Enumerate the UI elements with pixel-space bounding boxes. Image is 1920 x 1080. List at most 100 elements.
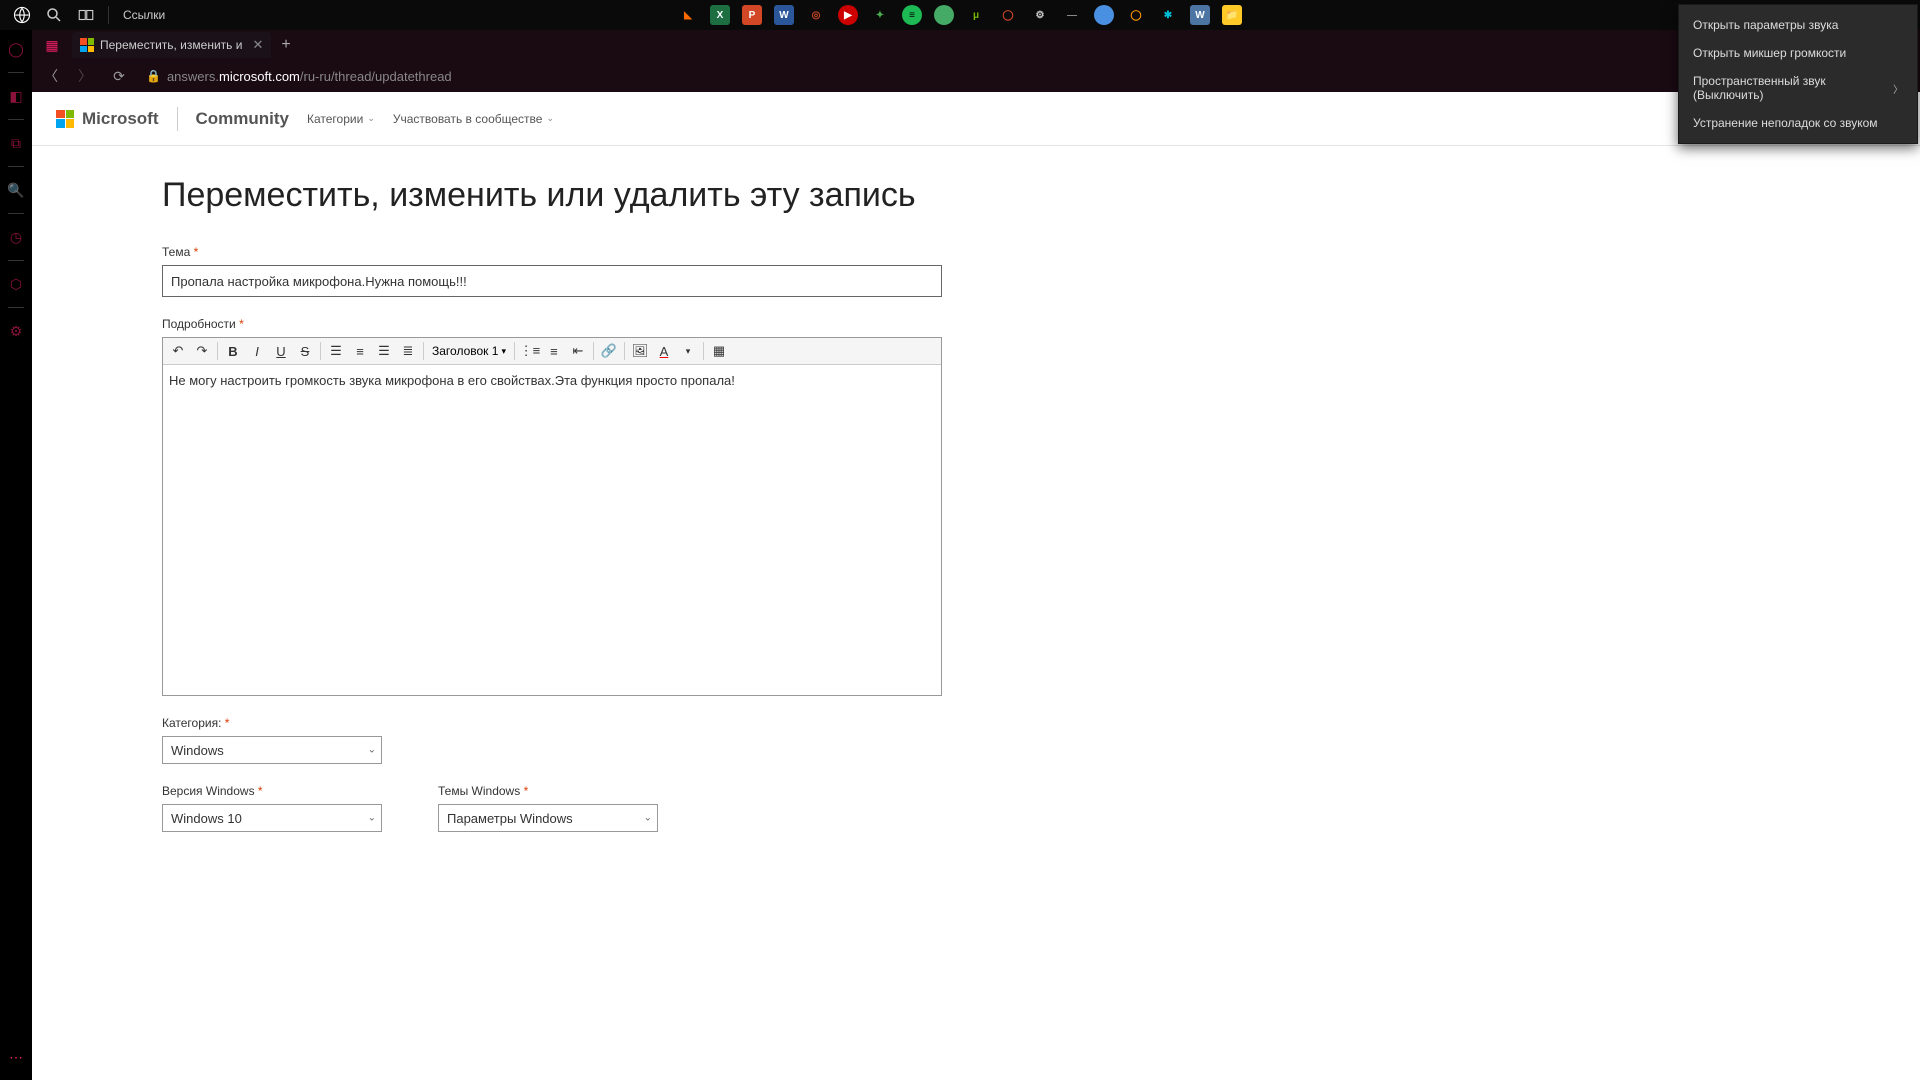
lock-icon: 🔒	[146, 69, 161, 83]
themes-select[interactable]: Параметры Windows	[438, 804, 658, 832]
redo-button[interactable]: ↷	[191, 340, 213, 362]
page-title: Переместить, изменить или удалить эту за…	[162, 176, 1262, 215]
vk-icon[interactable]: W	[1190, 5, 1210, 25]
nav-participate[interactable]: Участвовать в сообществе⌄	[393, 112, 554, 126]
more-icon[interactable]: ⋯	[9, 1049, 23, 1066]
microsoft-logo[interactable]: Microsoft	[56, 109, 159, 129]
bold-button[interactable]: B	[222, 340, 244, 362]
url-path: /ru-ru/thread/updatethread	[300, 69, 452, 84]
link-button[interactable]: 🔗	[598, 340, 620, 362]
sidebar-icon[interactable]: ◯	[7, 40, 25, 58]
app-icon[interactable]: ✱	[1158, 5, 1178, 25]
address-bar[interactable]: 🔒 answers.microsoft.com/ru-ru/thread/upd…	[140, 69, 1914, 84]
url-prefix: answers.	[167, 69, 219, 84]
app-icon[interactable]: ◣	[678, 5, 698, 25]
favicon-microsoft	[80, 38, 94, 52]
strike-button[interactable]: S	[294, 340, 316, 362]
word-icon[interactable]: W	[774, 5, 794, 25]
align-right-button[interactable]: ☰	[373, 340, 395, 362]
themes-field: Темы Windows * Параметры Windows ⌄	[438, 784, 658, 832]
ctx-open-sound-settings[interactable]: Открыть параметры звука	[1679, 11, 1917, 39]
undo-button[interactable]: ↶	[167, 340, 189, 362]
chevron-right-icon: 〉	[1893, 81, 1903, 96]
subject-input[interactable]	[162, 265, 942, 297]
category-select[interactable]: Windows	[162, 736, 382, 764]
align-left-button[interactable]: ☰	[325, 340, 347, 362]
ctx-spatial-sound[interactable]: Пространственный звук (Выключить) 〉	[1679, 67, 1917, 109]
editor-textarea[interactable]: Не могу настроить громкость звука микроф…	[163, 365, 941, 695]
powerpoint-icon[interactable]: P	[742, 5, 762, 25]
italic-button[interactable]: I	[246, 340, 268, 362]
chevron-down-icon: ⌄	[546, 113, 554, 124]
form-content: Переместить, изменить или удалить эту за…	[162, 146, 1262, 892]
new-tab-button[interactable]: +	[281, 36, 290, 54]
browser-sidebar: ◯ ◧ ⧉ 🔍 ◷ ⬡ ⚙ ⋯	[0, 30, 32, 1080]
outdent-button[interactable]: ⇤	[567, 340, 589, 362]
tab-overview-icon[interactable]: ▦	[40, 33, 64, 57]
dropdown-button[interactable]: ▾	[677, 340, 699, 362]
browser-window: ◯ ◧ ⧉ 🔍 ◷ ⬡ ⚙ ⋯ ▦ Переместить, изменить …	[0, 30, 1920, 1080]
ctx-troubleshoot-sound[interactable]: Устранение неполадок со звуком	[1679, 109, 1917, 137]
app-icon[interactable]: —	[1062, 5, 1082, 25]
ctx-open-volume-mixer[interactable]: Открыть микшер громкости	[1679, 39, 1917, 67]
search-icon[interactable]: 🔍	[7, 181, 25, 199]
align-justify-button[interactable]: ≣	[397, 340, 419, 362]
sidebar-icon[interactable]: ⬡	[7, 275, 25, 293]
app-icon[interactable]: ◎	[806, 5, 826, 25]
version-select[interactable]: Windows 10	[162, 804, 382, 832]
chevron-down-icon: ⌄	[367, 113, 375, 124]
explorer-icon[interactable]: 📁	[1222, 5, 1242, 25]
app-icon[interactable]: ◯	[1126, 5, 1146, 25]
brand-text: Microsoft	[82, 109, 159, 129]
start-button[interactable]	[6, 0, 38, 30]
details-field: Подробности * ↶ ↷ B I U S ☰ ≡ ☰	[162, 317, 1262, 696]
app-icon[interactable]: ◯	[998, 5, 1018, 25]
twitch-icon[interactable]: ⧉	[7, 134, 25, 152]
app-icon[interactable]	[1094, 5, 1114, 25]
back-button[interactable]: 〈	[38, 63, 64, 89]
themes-label: Темы Windows *	[438, 784, 658, 798]
underline-button[interactable]: U	[270, 340, 292, 362]
url-domain: microsoft.com	[219, 69, 300, 84]
table-button[interactable]: ▦	[708, 340, 730, 362]
search-icon[interactable]	[38, 0, 70, 30]
app-icon[interactable]	[934, 5, 954, 25]
sidebar-icon[interactable]: ◧	[7, 87, 25, 105]
utorrent-icon[interactable]: μ	[966, 5, 986, 25]
bullet-list-button[interactable]: ⋮≡	[519, 340, 541, 362]
os-taskbar: Ссылки ◣ X P W ◎ ▶ ✦ ≡ μ ◯ ⚙ — ◯ ✱ W 📁	[0, 0, 1920, 30]
page-content: Microsoft Community Категории⌄ Участвова…	[32, 92, 1920, 1080]
sound-context-menu: Открыть параметры звука Открыть микшер г…	[1678, 4, 1918, 144]
reload-button[interactable]: ⟳	[106, 63, 132, 89]
browser-tab-active[interactable]: Переместить, изменить и ✕	[72, 32, 271, 58]
subject-field: Тема *	[162, 245, 1262, 297]
history-icon[interactable]: ◷	[7, 228, 25, 246]
rich-editor: ↶ ↷ B I U S ☰ ≡ ☰ ≣ Заголо	[162, 337, 942, 696]
nav-categories[interactable]: Категории⌄	[307, 112, 375, 126]
heading-selector[interactable]: Заголовок 1▾	[428, 344, 510, 358]
youtube-icon[interactable]: ▶	[838, 5, 858, 25]
settings-icon[interactable]: ⚙	[7, 322, 25, 340]
ms-header: Microsoft Community Категории⌄ Участвова…	[32, 92, 1920, 146]
header-nav: Категории⌄ Участвовать в сообществе⌄	[307, 112, 554, 126]
links-bookmark[interactable]: Ссылки	[115, 8, 173, 22]
details-label: Подробности *	[162, 317, 1262, 331]
close-tab-icon[interactable]: ✕	[252, 37, 263, 53]
browser-tabs: ▦ Переместить, изменить и ✕ +	[32, 30, 1920, 60]
editor-toolbar: ↶ ↷ B I U S ☰ ≡ ☰ ≣ Заголо	[163, 338, 941, 365]
spotify-icon[interactable]: ≡	[902, 5, 922, 25]
align-center-button[interactable]: ≡	[349, 340, 371, 362]
taskbar-separator	[108, 6, 109, 24]
app-icon[interactable]: ✦	[870, 5, 890, 25]
steam-icon[interactable]: ⚙	[1030, 5, 1050, 25]
excel-icon[interactable]: X	[710, 5, 730, 25]
text-color-button[interactable]: A	[653, 340, 675, 362]
image-button[interactable]: 🖼	[629, 340, 651, 362]
forward-button[interactable]: 〉	[72, 63, 98, 89]
taskview-icon[interactable]	[70, 0, 102, 30]
category-field: Категория: * Windows ⌄	[162, 716, 1262, 764]
tab-title: Переместить, изменить и	[100, 38, 242, 52]
number-list-button[interactable]: ≡	[543, 340, 565, 362]
version-label: Версия Windows *	[162, 784, 382, 798]
community-link[interactable]: Community	[196, 109, 290, 129]
